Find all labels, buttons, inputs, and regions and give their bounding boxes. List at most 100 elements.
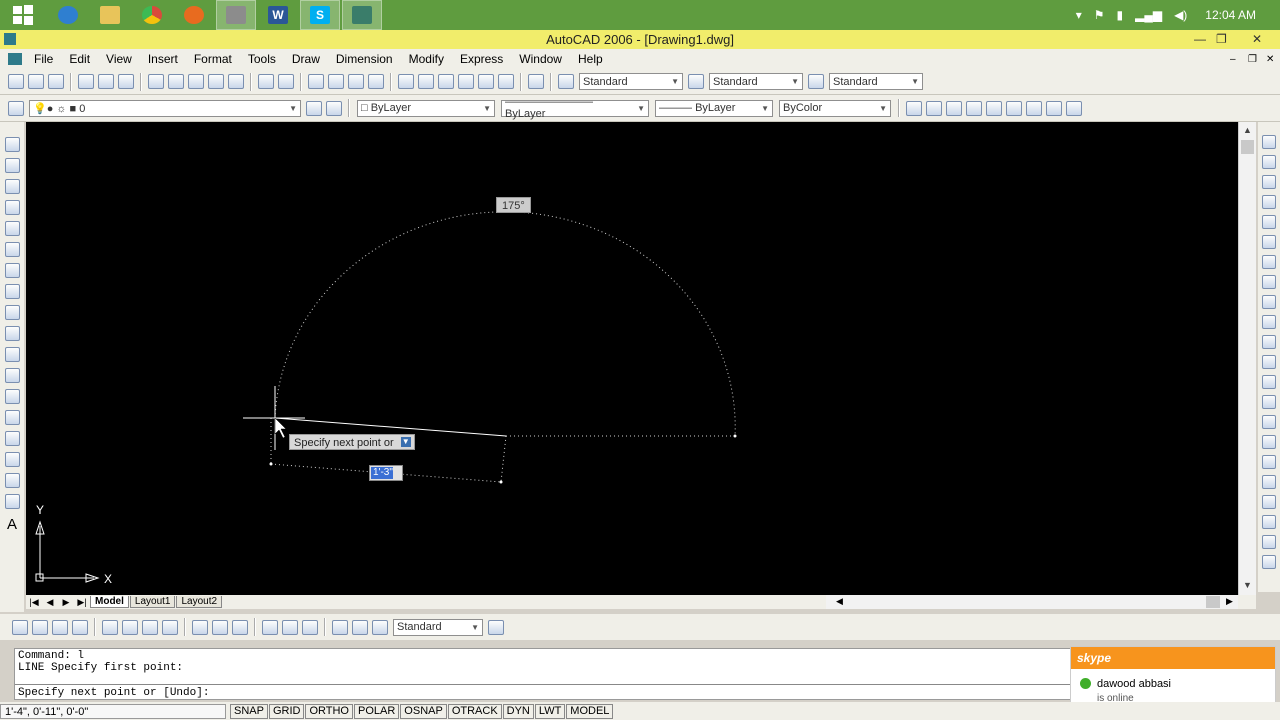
make-object-layer-current-icon[interactable] — [306, 100, 322, 116]
otrack-toggle[interactable]: OTRACK — [447, 703, 502, 719]
gradient-icon[interactable] — [4, 452, 20, 467]
taskbar-app-autocad[interactable] — [342, 0, 382, 30]
line-icon[interactable] — [4, 137, 20, 152]
redo-icon[interactable] — [278, 74, 294, 89]
menu-modify[interactable]: Modify — [401, 52, 452, 66]
dim-edit-icon[interactable] — [332, 619, 348, 635]
linear-dim-icon[interactable] — [12, 619, 28, 635]
coordinate-display[interactable]: 1'-4", 0'-11", 0'-0" — [0, 703, 226, 719]
zoom-scale-icon[interactable] — [946, 100, 962, 116]
array-icon[interactable] — [1262, 215, 1276, 229]
block-editor-icon[interactable] — [228, 74, 244, 89]
center-mark-icon[interactable] — [302, 619, 318, 635]
dyn-toggle[interactable]: DYN — [502, 703, 534, 719]
tab-model[interactable]: Model — [90, 596, 129, 608]
menu-help[interactable]: Help — [570, 52, 611, 66]
command-prompt[interactable]: Specify next point or [Undo]: — [15, 684, 1071, 701]
flag-icon[interactable]: ⚑ — [1094, 8, 1105, 22]
layer-combo[interactable]: 💡● ☼ ■ 0 ▼ — [29, 99, 301, 117]
battery-icon[interactable]: ▮ — [1116, 8, 1123, 22]
point-icon[interactable] — [4, 410, 20, 425]
draw-order-icon[interactable] — [1262, 475, 1276, 489]
zoom-window-icon[interactable] — [348, 74, 364, 89]
osnap-toggle[interactable]: OSNAP — [400, 703, 447, 719]
design-center-icon[interactable] — [418, 74, 434, 89]
taskbar-app-ie[interactable] — [48, 0, 88, 30]
zoom-realtime-icon[interactable] — [328, 74, 344, 89]
aligned-dim-icon[interactable] — [32, 619, 48, 635]
baseline-dim-icon[interactable] — [212, 619, 228, 635]
hatch-icon[interactable] — [4, 431, 20, 446]
table-icon[interactable] — [4, 494, 20, 509]
paste-icon[interactable] — [188, 74, 204, 89]
save-icon[interactable] — [48, 74, 64, 89]
horizontal-scrollbar[interactable]: ◀ ▶ — [826, 595, 1238, 609]
menu-edit[interactable]: Edit — [61, 52, 98, 66]
sheet-set-icon[interactable] — [458, 74, 474, 89]
circle-icon[interactable] — [4, 263, 20, 278]
start-button[interactable] — [0, 0, 46, 30]
prev-tab-icon[interactable]: ◀ — [42, 597, 58, 608]
menu-file[interactable]: File — [26, 52, 61, 66]
revision-cloud-icon[interactable] — [4, 284, 20, 299]
dim-toolbar-style-combo[interactable]: Standard ▼ — [393, 618, 483, 636]
undo-icon[interactable] — [258, 74, 274, 89]
spline-icon[interactable] — [4, 305, 20, 320]
polyline-icon[interactable] — [4, 179, 20, 194]
lineweight-combo[interactable]: ——— ByLayer ▼ — [655, 99, 773, 117]
tab-layout1[interactable]: Layout1 — [129, 596, 176, 608]
pan-icon[interactable] — [308, 74, 324, 89]
quick-dim-icon[interactable] — [192, 619, 208, 635]
quick-leader-icon[interactable] — [262, 619, 278, 635]
copy-icon[interactable] — [168, 74, 184, 89]
zoom-in-icon[interactable] — [1006, 100, 1022, 116]
calculator-icon[interactable] — [498, 74, 514, 89]
plot-preview-icon[interactable] — [98, 74, 114, 89]
close-button[interactable]: ✕ — [1246, 30, 1268, 49]
stretch-icon[interactable] — [1262, 295, 1276, 309]
dim-update-icon[interactable] — [372, 619, 388, 635]
zoom-center-icon[interactable] — [966, 100, 982, 116]
ellipse-arc-icon[interactable] — [4, 347, 20, 362]
taskbar-app-chrome[interactable] — [132, 0, 172, 30]
tolerance-icon[interactable] — [282, 619, 298, 635]
make-block-icon[interactable] — [4, 389, 20, 404]
zoom-dynamic-icon[interactable] — [926, 100, 942, 116]
dim-style-manager-icon[interactable] — [488, 619, 504, 635]
region-icon[interactable] — [4, 473, 20, 488]
dim-text-edit-icon[interactable] — [352, 619, 368, 635]
scroll-thumb[interactable] — [1241, 140, 1254, 154]
menu-window[interactable]: Window — [511, 52, 570, 66]
signal-icon[interactable]: ▂▄▆ — [1135, 8, 1162, 22]
taskbar-app-word[interactable]: W — [258, 0, 298, 30]
bring-front-icon[interactable] — [1262, 495, 1276, 509]
tray-expand-icon[interactable]: ▾ — [1076, 8, 1082, 22]
trim-icon[interactable] — [1262, 315, 1276, 329]
doc-close-button[interactable]: ✕ — [1266, 54, 1274, 65]
help-icon[interactable] — [528, 74, 544, 89]
color-combo[interactable]: □ ByLayer ▼ — [357, 99, 495, 117]
next-tab-icon[interactable]: ▶ — [58, 597, 74, 608]
cut-icon[interactable] — [148, 74, 164, 89]
scroll-down-icon[interactable]: ▼ — [1243, 580, 1252, 590]
scale-icon[interactable] — [1262, 275, 1276, 289]
model-toggle[interactable]: MODEL — [566, 703, 614, 719]
menu-tools[interactable]: Tools — [240, 52, 284, 66]
extend-icon[interactable] — [1262, 335, 1276, 349]
text-style-icon[interactable] — [558, 74, 574, 89]
first-tab-icon[interactable]: |◀ — [26, 597, 42, 608]
dim-style-icon[interactable] — [688, 74, 704, 89]
scroll-up-icon[interactable]: ▲ — [1243, 125, 1252, 135]
polygon-icon[interactable] — [4, 200, 20, 215]
rotate-icon[interactable] — [1262, 255, 1276, 269]
continue-dim-icon[interactable] — [232, 619, 248, 635]
lwt-toggle[interactable]: LWT — [534, 703, 566, 719]
ellipse-icon[interactable] — [4, 326, 20, 341]
zoom-extents-icon[interactable] — [1066, 100, 1082, 116]
text-style-combo[interactable]: Standard ▼ — [579, 73, 683, 90]
taskbar-app-firefox[interactable] — [174, 0, 214, 30]
table-style-combo[interactable]: Standard ▼ — [829, 73, 923, 90]
menu-insert[interactable]: Insert — [140, 52, 186, 66]
arc-length-icon[interactable] — [52, 619, 68, 635]
jogged-dim-icon[interactable] — [122, 619, 138, 635]
